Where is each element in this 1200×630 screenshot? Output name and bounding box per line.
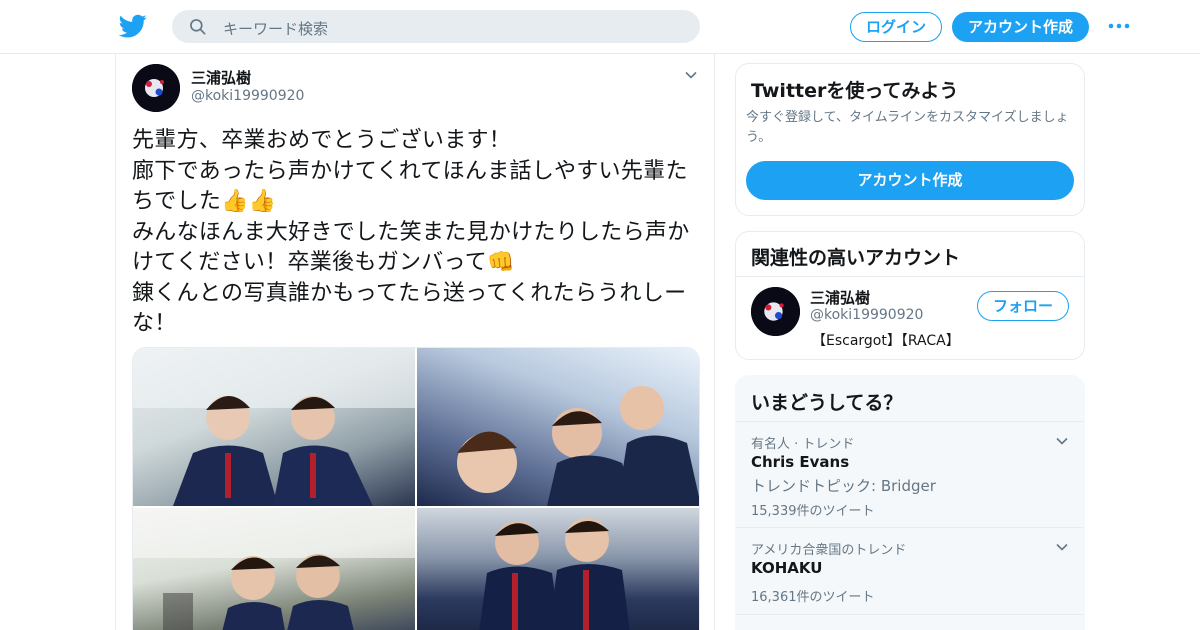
search-input[interactable]: キーワード検索 xyxy=(223,18,328,39)
signup-button[interactable]: アカウント作成 xyxy=(952,12,1089,42)
trend-subtitle: トレンドトピック: Bridger xyxy=(751,477,936,495)
divider xyxy=(736,276,1084,277)
author-avatar[interactable] xyxy=(132,64,180,112)
tweet-media-grid[interactable] xyxy=(132,347,700,630)
signup-card-title: Twitterを使ってみよう xyxy=(751,80,959,102)
divider xyxy=(736,614,1084,615)
tweet-photo[interactable] xyxy=(417,348,699,506)
chevron-down-icon[interactable] xyxy=(1055,540,1069,554)
tweet-text: 先輩方、卒業おめでとうございます！ 廊下であったら声かけてくれてほんま話しやすい… xyxy=(132,128,690,336)
related-accounts-card: 関連性の高いアカウント 三浦弘樹 @koki19990920 【Escargot… xyxy=(735,231,1085,360)
trends-card: いまどうしてる？ 有名人 · トレンド Chris Evans トレンドトピック… xyxy=(735,375,1085,630)
signup-card-description: 今すぐ登録して、タイムラインをカスタマイズしましょう。 xyxy=(746,110,1069,145)
trend-item[interactable]: アメリカ合衆国のトレンド KOHAKU 16,361件のツイート xyxy=(736,528,1084,614)
author-name[interactable]: 三浦弘樹 xyxy=(191,67,251,88)
trend-tweet-count: 15,339件のツイート xyxy=(751,504,875,519)
related-account-avatar[interactable] xyxy=(751,287,800,336)
trend-category: 有名人 · トレンド xyxy=(751,437,855,452)
related-account-handle[interactable]: @koki19990920 xyxy=(810,307,923,323)
tweet-photo[interactable] xyxy=(133,508,415,630)
tweet-photo[interactable] xyxy=(417,508,699,630)
trend-category: アメリカ合衆国のトレンド xyxy=(751,543,907,558)
tweet-photo[interactable] xyxy=(133,348,415,506)
trend-item[interactable]: 有名人 · トレンド Chris Evans トレンドトピック: Bridger… xyxy=(736,422,1084,526)
avatar-image xyxy=(751,287,800,336)
twitter-bird-icon[interactable] xyxy=(119,12,147,40)
tweet-card: 三浦弘樹 @koki19990920 先輩方、卒業おめでとうございます！ 廊下で… xyxy=(115,54,715,630)
related-account-bio: 【Escargot】【RACA】 xyxy=(812,333,960,349)
related-account-name[interactable]: 三浦弘樹 xyxy=(810,287,870,308)
top-navigation-bar: キーワード検索 ログイン アカウント作成 xyxy=(0,0,1200,54)
more-icon[interactable] xyxy=(1107,16,1131,36)
trend-name[interactable]: KOHAKU xyxy=(751,559,822,577)
trends-card-title: いまどうしてる？ xyxy=(751,392,903,414)
signup-card-button[interactable]: アカウント作成 xyxy=(746,161,1074,200)
search-icon xyxy=(190,19,206,35)
search-bar[interactable]: キーワード検索 xyxy=(172,10,700,43)
related-card-title: 関連性の高いアカウント xyxy=(751,247,961,269)
trend-tweet-count: 16,361件のツイート xyxy=(751,590,875,605)
chevron-down-icon[interactable] xyxy=(1055,434,1069,448)
signup-promo-card: Twitterを使ってみよう 今すぐ登録して、タイムラインをカスタマイズしましょ… xyxy=(735,63,1085,216)
trend-name[interactable]: Chris Evans xyxy=(751,453,849,471)
avatar-image xyxy=(132,64,180,112)
chevron-down-icon[interactable] xyxy=(684,68,698,82)
login-button[interactable]: ログイン xyxy=(850,12,942,42)
author-handle[interactable]: @koki19990920 xyxy=(191,88,304,104)
follow-button[interactable]: フォロー xyxy=(977,291,1069,321)
